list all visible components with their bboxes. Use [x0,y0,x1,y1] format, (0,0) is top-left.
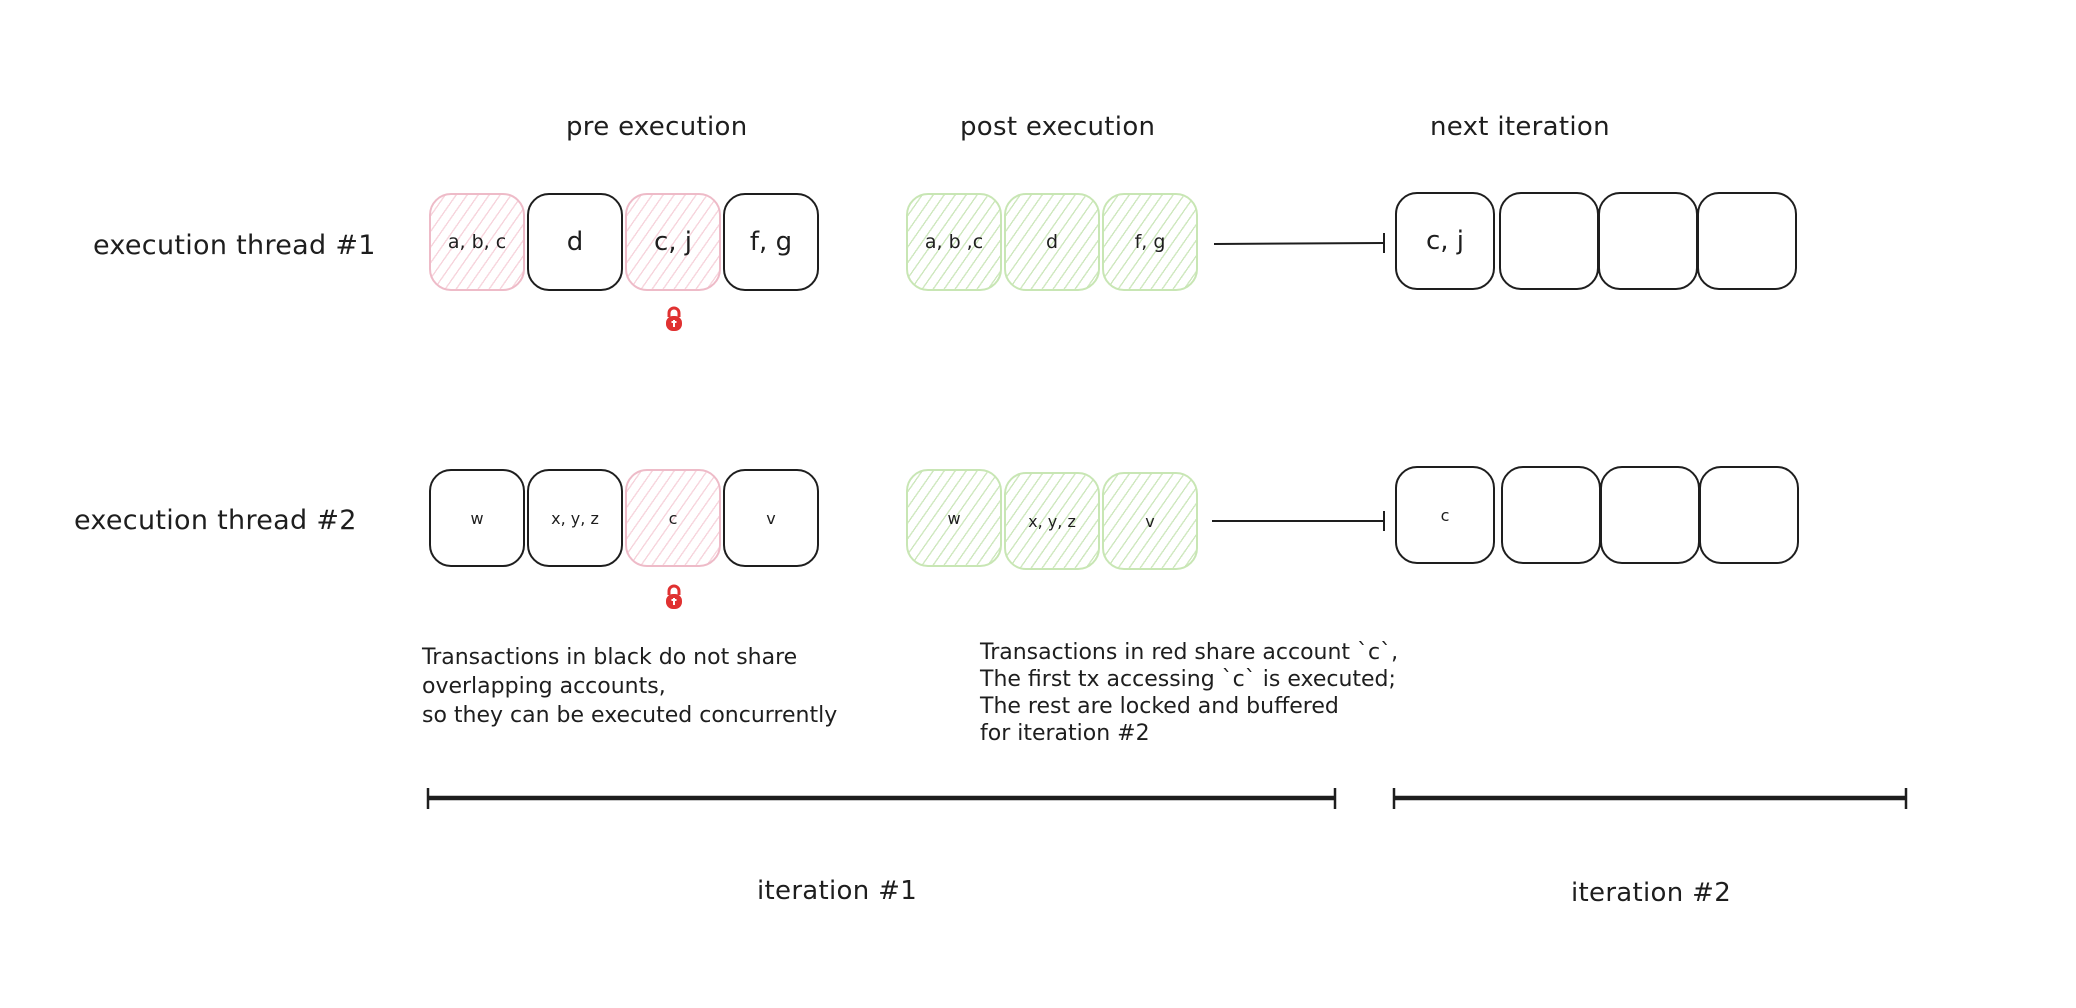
iteration-2-label: iteration #2 [1571,878,1732,908]
note-line: The rest are locked and buffered [980,694,1339,719]
note-line: overlapping accounts, [422,674,666,699]
connector-layer [426,233,1908,809]
note-line: so they can be executed concurrently [422,703,838,728]
note-line: Transactions in black do not share [422,645,798,670]
note-line: Transactions in red share account `c`, [980,640,1399,665]
note-line: for iteration #2 [980,721,1150,746]
note-black-transactions: Transactions in black do not share overl… [422,643,837,730]
arrow-thread-1 [1213,233,1385,253]
iteration-1-label: iteration #1 [757,876,918,906]
iteration-2-bar [1392,788,1908,809]
note-line: The first tx accessing `c` is executed; [980,667,1396,692]
iteration-1-bar [426,788,1337,809]
note-red-transactions: Transactions in red share account `c`, T… [980,639,1398,747]
arrow-thread-2 [1212,511,1385,531]
